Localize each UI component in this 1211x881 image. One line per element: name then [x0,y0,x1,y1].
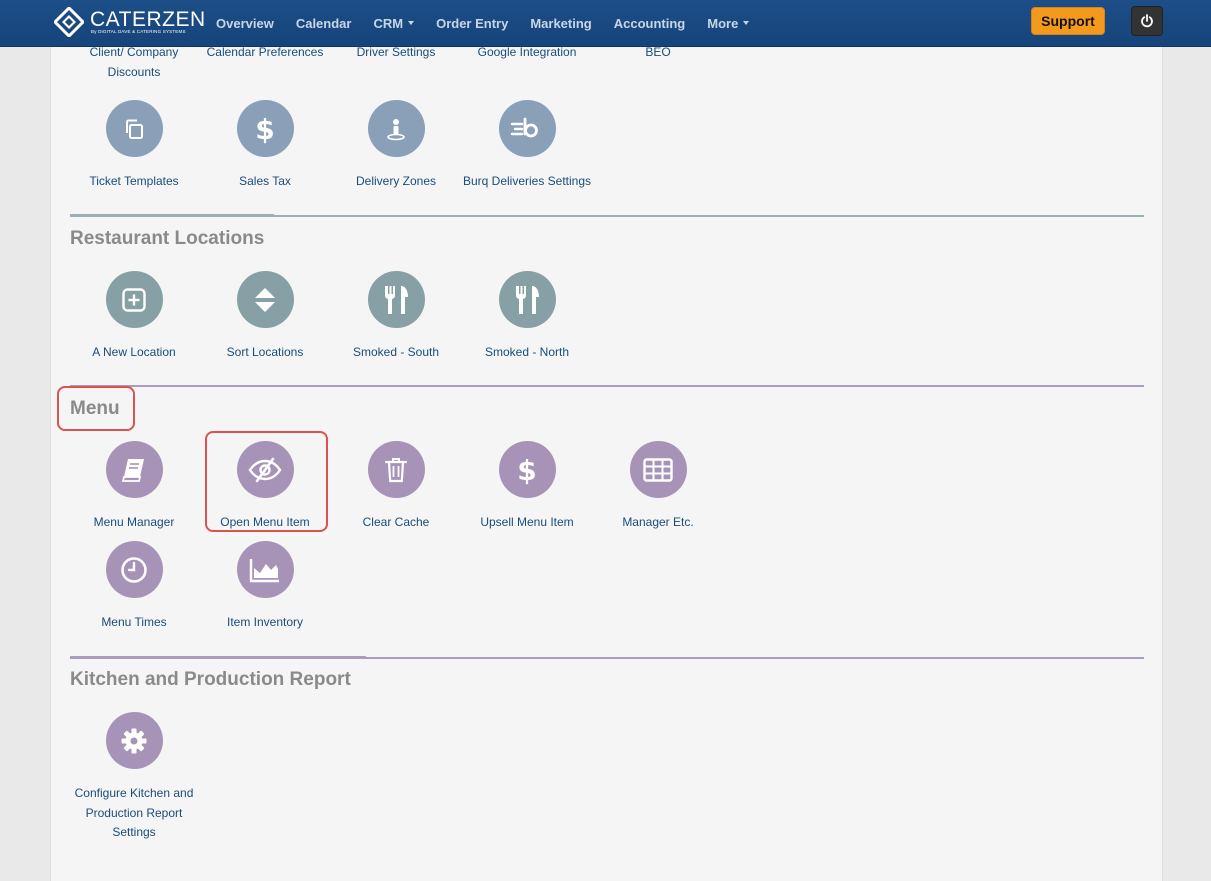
tile-smoked-south[interactable]: Smoked - South [331,271,461,363]
tile-label: Configure Kitchen and Production Report … [74,786,194,839]
tile-delivery-zones[interactable]: Delivery Zones [331,100,461,192]
tile-icon-circle [498,100,556,157]
nav-marketing[interactable]: Marketing [530,16,591,31]
tile-label: Manager Etc. [622,515,694,529]
section-divider [70,385,1144,387]
logout-button[interactable] [1131,6,1163,36]
tile-clear-cache[interactable]: Clear Cache [331,441,461,533]
tile-icon-circle [105,541,163,598]
tile-label: Client/ Company Discounts [89,45,179,79]
tile-label: Clear Cache [362,515,430,529]
tile-icon-circle [105,712,163,769]
book-icon [121,458,144,482]
section-divider [70,656,1144,659]
caret-down-icon [743,21,750,25]
section-title-restaurant-locations: Restaurant Locations [70,228,265,249]
nav-more[interactable]: More [707,15,750,31]
dollar-icon: $ [517,455,536,485]
section-title-kitchen: Kitchen and Production Report [70,669,351,690]
tile-menu-times[interactable]: Menu Times [69,541,199,633]
brand-subtitle: By DIGITAL DAVE & CATERING SYSTEMS [91,29,186,34]
tile-menu-manager[interactable]: Menu Manager [69,441,199,533]
nav-label: Order Entry [436,15,509,31]
location-person-icon [387,118,405,140]
tile-icon-circle [367,271,425,328]
nav-label: Accounting [613,15,686,31]
tile-label: Ticket Templates [89,174,179,188]
tile-label: Menu Manager [93,515,175,529]
tile-item-inventory[interactable]: Item Inventory [200,541,330,633]
dollar-icon: $ [255,114,274,144]
tile-icon-circle: $ [498,441,556,498]
sort-icon [255,287,275,312]
tile-label: Menu Times [101,615,167,629]
tile-sales-tax[interactable]: $ Sales Tax [200,100,330,192]
tile-label: Smoked - North [484,345,570,359]
tile-burq-deliveries-settings[interactable]: Burq Deliveries Settings [462,100,592,192]
svg-text:$: $ [517,455,536,485]
tile-icon-circle [367,100,425,157]
tile-icon-circle [236,541,294,598]
main-nav: Overview Calendar CRM Order Entry Market… [216,0,771,46]
nav-label: More [707,15,739,31]
utensils-icon [384,285,408,314]
area-chart-icon [249,558,279,582]
tile-icon-circle [629,441,687,498]
grid-icon [643,457,673,482]
nav-label: Calendar [295,15,352,31]
top-navbar: CATERZEN By DIGITAL DAVE & CATERING SYST… [0,0,1211,47]
tile-new-location[interactable]: A New Location [69,271,199,363]
burq-icon [510,117,538,137]
tile-configure-kitchen-report[interactable]: Configure Kitchen and Production Report … [69,712,199,843]
trash-icon [384,457,408,482]
clock-icon [121,556,147,583]
nav-overview[interactable]: Overview [216,16,274,31]
tile-icon-circle [367,441,425,498]
gear-icon [121,728,147,753]
caret-down-icon [408,21,415,25]
tile-label: Delivery Zones [355,174,437,188]
tile-icon-circle: $ [236,100,294,157]
settings-content: Client/ Company Discounts Calendar Prefe… [50,43,1163,881]
tile-sort-locations[interactable]: Sort Locations [200,271,330,363]
utensils-icon [515,285,539,314]
tile-ticket-templates[interactable]: Ticket Templates [69,100,199,192]
nav-label: Marketing [530,15,592,31]
tile-label: Smoked - South [352,345,440,359]
tile-icon-circle [105,441,163,498]
caterzen-logo-icon [54,7,84,37]
tile-label: Sort Locations [226,345,304,359]
tile-label: Item Inventory [226,615,304,629]
nav-calendar[interactable]: Calendar [296,16,352,31]
tile-icon-circle [105,271,163,328]
section-divider [70,214,1144,217]
tile-label: Sales Tax [239,174,291,188]
power-icon [1141,14,1153,28]
nav-label: Overview [216,15,274,31]
nav-label: CRM [373,15,404,31]
tile-manager-etc[interactable]: Manager Etc. [593,441,723,533]
highlight-box [57,386,135,431]
tile-upsell-menu-item[interactable]: $ Upsell Menu Item [462,441,592,533]
tile-client-company-discounts[interactable]: Client/ Company Discounts [69,43,199,82]
highlight-box [205,431,328,532]
nav-accounting[interactable]: Accounting [614,16,686,31]
tile-label: Burq Deliveries Settings [462,174,592,188]
tile-icon-circle [105,100,163,157]
svg-text:$: $ [255,114,274,144]
tile-icon-circle [236,271,294,328]
tile-label: Upsell Menu Item [480,515,574,529]
tile-label: A New Location [92,345,176,359]
nav-order-entry[interactable]: Order Entry [436,16,508,31]
plus-square-icon [122,287,146,312]
support-button[interactable]: Support [1031,7,1105,35]
tile-icon-circle [498,271,556,328]
nav-crm[interactable]: CRM [373,15,415,31]
tile-smoked-north[interactable]: Smoked - North [462,271,592,363]
copy-icon [126,119,143,139]
